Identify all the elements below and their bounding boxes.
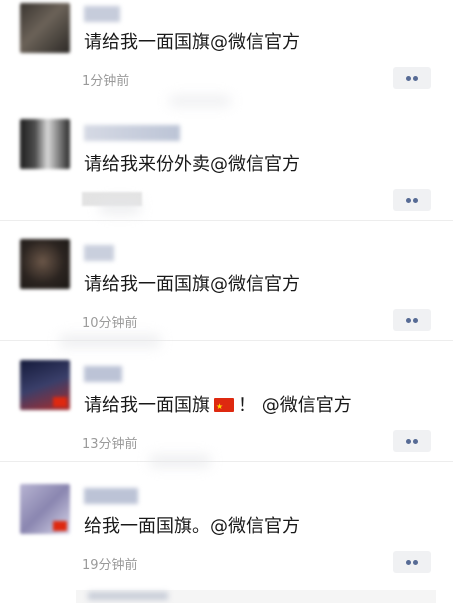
avatar[interactable] bbox=[20, 119, 70, 169]
more-button[interactable] bbox=[393, 430, 431, 452]
user-name[interactable] bbox=[84, 125, 180, 141]
comment-item: 请给我来份外卖@微信官方 bbox=[0, 101, 453, 221]
user-name[interactable] bbox=[84, 366, 122, 382]
avatar[interactable] bbox=[20, 3, 70, 53]
more-dots-icon bbox=[406, 439, 411, 444]
more-button[interactable] bbox=[393, 551, 431, 573]
user-name[interactable] bbox=[84, 6, 120, 22]
comment-item: 请给我一面国旗@微信官方 10分钟前 bbox=[0, 221, 453, 341]
comment-text-part: ！ @微信官方 bbox=[238, 395, 352, 416]
comment-time: 13分钟前 bbox=[82, 437, 138, 452]
blur-smudge bbox=[150, 455, 210, 467]
comment-text: 请给我一面国旗@微信官方 bbox=[84, 274, 300, 295]
blur-smudge bbox=[60, 335, 160, 347]
china-flag-icon bbox=[53, 521, 67, 531]
avatar[interactable] bbox=[20, 239, 70, 289]
reply-preview[interactable] bbox=[76, 590, 436, 603]
comment-text-part: 请给我一面国旗 bbox=[84, 395, 210, 416]
reply-preview-text bbox=[88, 592, 168, 600]
comment-text: 请给我来份外卖@微信官方 bbox=[84, 154, 300, 175]
more-dots-icon bbox=[406, 560, 411, 565]
china-flag-icon bbox=[214, 395, 234, 419]
avatar[interactable] bbox=[20, 360, 70, 410]
avatar[interactable] bbox=[20, 484, 70, 534]
more-dots-icon bbox=[406, 76, 411, 81]
comment-text: 请给我一面国旗@微信官方 bbox=[84, 32, 300, 53]
blur-smudge bbox=[170, 96, 230, 106]
comment-item: 请给我一面国旗 ！ @微信官方 13分钟前 bbox=[0, 342, 453, 462]
comment-time: 1分钟前 bbox=[82, 74, 130, 89]
comment-feed: 请给我一面国旗@微信官方 1分钟前 请给我来份外卖@微信官方 请给我一面国旗@微… bbox=[0, 0, 453, 603]
comment-time: 19分钟前 bbox=[82, 558, 138, 573]
more-button[interactable] bbox=[393, 309, 431, 331]
more-button[interactable] bbox=[393, 189, 431, 211]
user-name[interactable] bbox=[84, 245, 114, 261]
comment-text: 请给我一面国旗 ！ @微信官方 bbox=[84, 394, 352, 419]
comment-time: 10分钟前 bbox=[82, 316, 138, 331]
user-name[interactable] bbox=[84, 488, 138, 504]
more-button[interactable] bbox=[393, 67, 431, 89]
blur-smudge bbox=[100, 200, 140, 214]
comment-item: 给我一面国旗。@微信官方 19分钟前 bbox=[0, 462, 453, 603]
comment-text: 给我一面国旗。@微信官方 bbox=[84, 516, 300, 537]
more-dots-icon bbox=[406, 318, 411, 323]
more-dots-icon bbox=[406, 198, 411, 203]
china-flag-icon bbox=[53, 397, 67, 407]
